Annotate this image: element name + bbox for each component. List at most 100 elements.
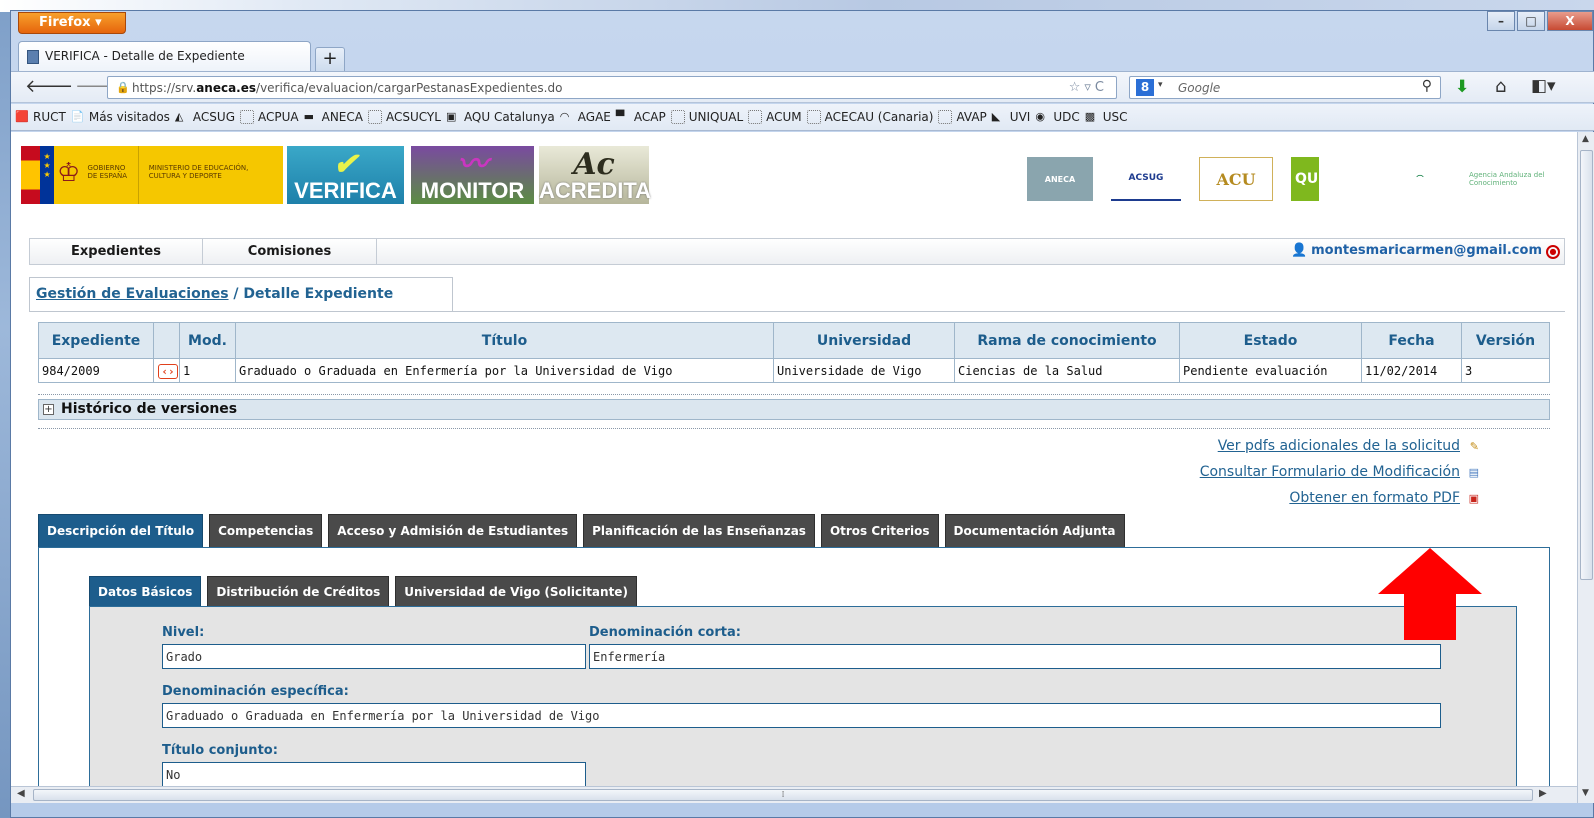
- link-ver-pdfs[interactable]: Ver pdfs adicionales de la solicitud: [1218, 438, 1460, 454]
- bookmark-label: USC: [1102, 110, 1128, 124]
- bookmark-item[interactable]: ◭ ACSUG: [175, 110, 235, 124]
- subtab-distribucion-creditos[interactable]: Distribución de Créditos: [207, 576, 390, 607]
- close-button[interactable]: X: [1547, 11, 1593, 31]
- bookmark-icon: [367, 110, 382, 124]
- field-denominacion-corta[interactable]: Enfermería: [589, 644, 1441, 669]
- bookmark-item[interactable]: ◣ UVI: [992, 110, 1031, 124]
- expand-plus-icon[interactable]: +: [43, 404, 54, 415]
- bookmark-item[interactable]: ▬ ANECA: [304, 110, 363, 124]
- aqu-logo: QU: [1291, 157, 1371, 201]
- breadcrumb-divider: [29, 311, 1565, 312]
- download-icon[interactable]: ⬇: [1455, 77, 1469, 97]
- menu-comisiones[interactable]: Comisiones: [203, 239, 377, 264]
- col-rama: Rama de conocimiento: [954, 322, 1180, 359]
- back-arrow-icon[interactable]: 🡐: [25, 76, 73, 97]
- vertical-scroll-thumb[interactable]: [1580, 150, 1593, 580]
- tab-otros-criterios[interactable]: Otros Criterios: [820, 514, 939, 548]
- bookmark-item[interactable]: 📄 Más visitados: [71, 110, 170, 124]
- bookmark-icon: 🟥: [15, 110, 29, 123]
- pdf-icon: ▣: [1468, 492, 1479, 505]
- tab-planificacion[interactable]: Planificación de las Enseñanzas: [583, 514, 815, 548]
- bookmark-item[interactable]: ACECAU (Canaria): [806, 110, 933, 124]
- horizontal-scrollbar[interactable]: ◀ ⁞ ▶: [11, 786, 1577, 803]
- scroll-down-icon[interactable]: ▼: [1582, 788, 1589, 798]
- search-icon[interactable]: ⚲: [1422, 78, 1432, 94]
- chevron-down-icon[interactable]: ▾: [1158, 80, 1163, 90]
- browser-window: Firefox ▾ – □ X VERIFICA - Detalle de Ex…: [10, 10, 1594, 818]
- user-menu[interactable]: 👤 montesmaricarmen@gmail.com ●: [1291, 243, 1560, 259]
- link-consultar-formulario[interactable]: Consultar Formulario de Modificación: [1200, 464, 1460, 480]
- vertical-scrollbar[interactable]: ▲ ▼: [1577, 132, 1594, 803]
- link-formato-pdf[interactable]: Obtener en formato PDF: [1289, 490, 1460, 506]
- bookmark-item[interactable]: ◠ AGAE: [560, 110, 611, 124]
- url-bar[interactable]: 🔒 https://srv.aneca.es/verifica/evaluaci…: [107, 76, 1117, 99]
- andalucia-agency-text: Agencia Andaluza del Conocimiento: [1469, 171, 1545, 187]
- google-engine-icon[interactable]: 8: [1136, 79, 1154, 96]
- home-icon[interactable]: ⌂: [1495, 76, 1506, 97]
- field-nivel[interactable]: Grado: [162, 644, 586, 669]
- firefox-menu-button[interactable]: Firefox ▾: [18, 12, 126, 34]
- bookmark-icon: ▣: [445, 110, 457, 123]
- junta-andalucia-logo: ⌒: [1416, 175, 1424, 183]
- bookmark-label: ACSUG: [192, 110, 235, 124]
- user-icon: 👤: [1290, 243, 1308, 258]
- scroll-right-icon[interactable]: ▶: [1539, 788, 1547, 799]
- bookmark-item[interactable]: ACPUA: [240, 110, 299, 124]
- bookmark-item[interactable]: ▀ ACAP: [616, 110, 666, 124]
- bookmark-item[interactable]: ◉ UDC: [1035, 110, 1079, 124]
- expediente-table: Expediente Mod. Título Universidad Rama …: [38, 322, 1550, 383]
- search-input[interactable]: 8 ▾ Google ⚲: [1129, 76, 1441, 99]
- bookmark-item[interactable]: ▩ USC: [1085, 110, 1128, 124]
- tab-title: VERIFICA - Detalle de Expediente: [45, 49, 245, 63]
- bookmarks-toolbar: 🟥 RUCT 📄 Más visitados ◭ ACSUG ACPUA ▬ ANECA ACSU…: [11, 104, 1594, 131]
- logout-icon[interactable]: ●: [1546, 245, 1560, 259]
- col-icon: [153, 322, 180, 359]
- cell-universidad: Universidade de Vigo: [773, 358, 955, 383]
- cell-rama: Ciencias de la Salud: [954, 358, 1180, 383]
- subtab-datos-basicos[interactable]: Datos Básicos: [89, 576, 202, 607]
- bookmark-item[interactable]: UNIQUAL: [670, 110, 743, 124]
- tab-documentacion[interactable]: Documentación Adjunta: [944, 514, 1125, 548]
- verifica-logo[interactable]: ✔ VERIFICA: [287, 146, 404, 204]
- monitor-logo[interactable]: 〰 MONITOR: [411, 146, 534, 204]
- acredita-logo[interactable]: Ac ACREDITA: [539, 146, 651, 204]
- tab-descripcion-titulo[interactable]: Descripción del Título: [38, 514, 204, 548]
- table-row: 984/2009 ‹› 1 Graduado o Graduada en Enf…: [38, 358, 1550, 383]
- subtab-universidad-vigo[interactable]: Universidad de Vigo (Solicitante): [395, 576, 637, 607]
- field-denominacion-especifica[interactable]: Graduado o Graduada en Enfermería por la…: [162, 703, 1441, 728]
- page-content: ★ ★ ★ ♔ GOBIERNO DE ESPAÑA MINISTERIO DE E…: [11, 132, 1594, 786]
- scroll-left-icon[interactable]: ◀: [17, 788, 25, 799]
- bookmark-icon: [938, 110, 953, 124]
- breadcrumb-link-gestion[interactable]: Gestión de Evaluaciones: [36, 286, 229, 302]
- maximize-button[interactable]: □: [1517, 11, 1545, 31]
- new-tab-button[interactable]: +: [315, 47, 345, 71]
- bookmark-item[interactable]: ACUM: [748, 110, 802, 124]
- bookmark-item[interactable]: AVAP: [938, 110, 987, 124]
- tab-competencias[interactable]: Competencias: [209, 514, 323, 548]
- bookmark-icon: ▀: [615, 110, 625, 123]
- bookmark-icon: ◠: [559, 110, 570, 123]
- historico-versiones-toggle[interactable]: + Histórico de versiones: [38, 399, 1550, 420]
- field-titulo-conjunto[interactable]: No: [162, 762, 586, 786]
- col-expediente: Expediente: [38, 322, 154, 359]
- red-arrow-shape: [1378, 548, 1482, 640]
- gobierno-logo: ★ ★ ★ ♔ GOBIERNO DE ESPAÑA MINISTERIO DE E…: [21, 146, 283, 204]
- tab-acceso-admision[interactable]: Acceso y Admisión de Estudiantes: [328, 514, 578, 548]
- minimize-button[interactable]: –: [1487, 11, 1515, 31]
- bookmark-item[interactable]: ACSUCYL: [367, 110, 441, 124]
- label-nivel: Nivel:: [162, 625, 205, 640]
- modification-icon[interactable]: ‹›: [158, 363, 178, 379]
- col-titulo: Título: [235, 322, 774, 359]
- menu-expedientes[interactable]: Expedientes: [30, 239, 203, 264]
- browser-tab-active[interactable]: VERIFICA - Detalle de Expediente: [18, 41, 311, 71]
- breadcrumb: Gestión de Evaluaciones / Detalle Expedi…: [29, 277, 453, 312]
- bookmarks-menu-icon[interactable]: ◧▾: [1531, 76, 1556, 96]
- col-estado: Estado: [1179, 322, 1362, 359]
- horizontal-scroll-thumb[interactable]: ⁞: [33, 789, 1533, 801]
- eu-flag-icon: ★ ★ ★: [40, 146, 54, 204]
- bookmark-icon: ◣: [991, 110, 1001, 123]
- bookmark-item[interactable]: 🟥 RUCT: [15, 110, 66, 124]
- star-reload-icons[interactable]: ☆▿C: [1069, 80, 1108, 95]
- scroll-up-icon[interactable]: ▲: [1582, 134, 1589, 144]
- bookmark-item[interactable]: ▣ AQU Catalunya: [446, 110, 555, 124]
